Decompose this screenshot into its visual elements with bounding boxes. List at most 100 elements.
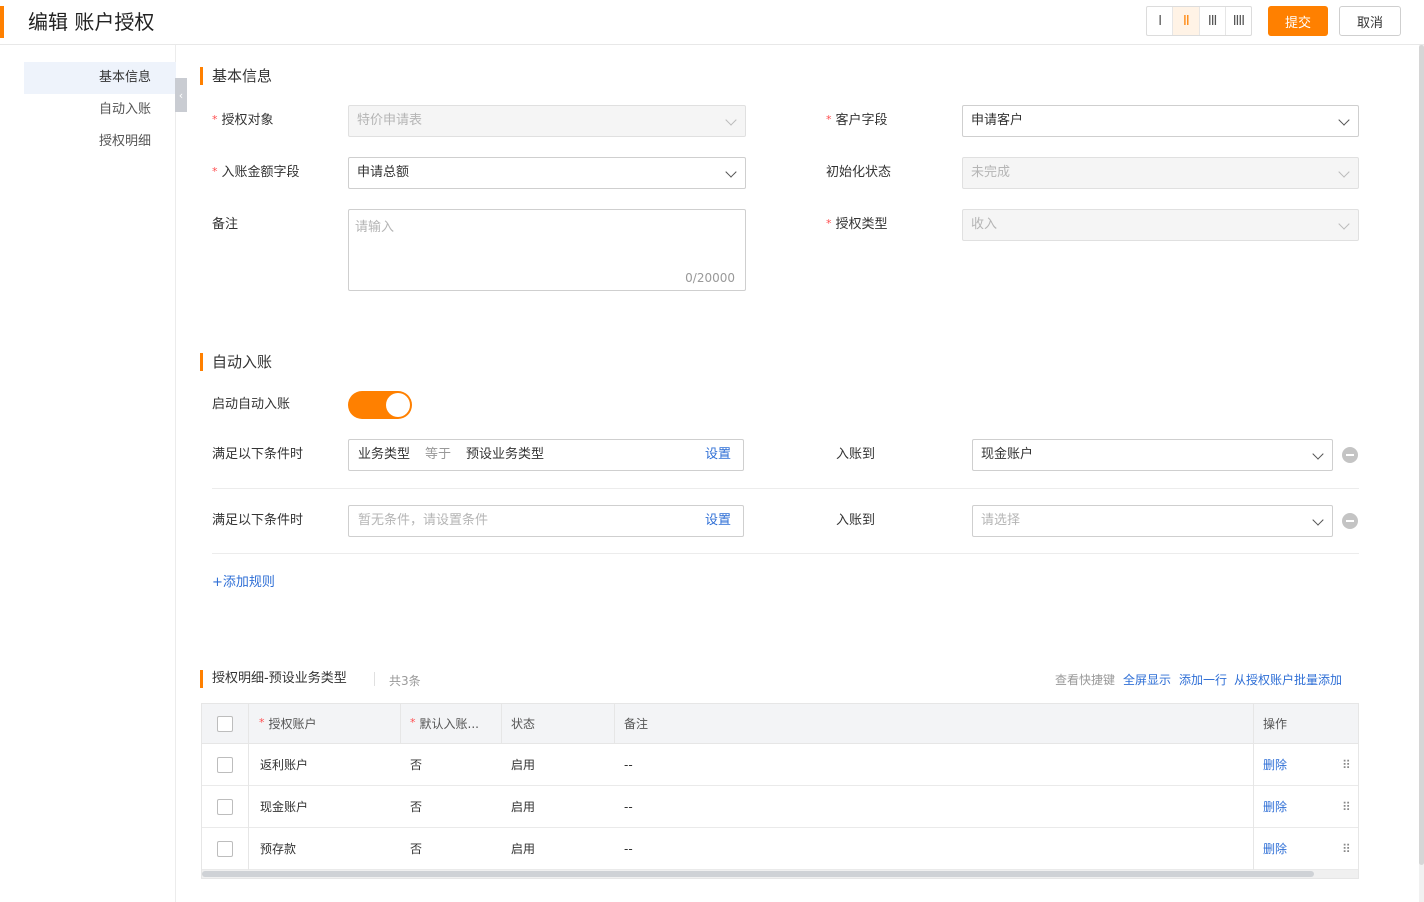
enable-auto-posting-label: 启动自动入账 <box>212 397 291 412</box>
chevron-down-icon <box>725 114 737 126</box>
drag-handle-icon[interactable]: ⠿ <box>1342 828 1351 869</box>
cell-default: 否 <box>410 842 423 856</box>
table-horizontal-scrollbar[interactable] <box>202 870 1358 878</box>
required-mark: * <box>826 113 832 126</box>
remove-rule-1-icon[interactable] <box>1342 447 1358 463</box>
column-header-default: * 默认入账... <box>410 716 479 731</box>
rule-divider <box>212 553 1359 554</box>
page-scrollbar[interactable] <box>1419 45 1424 902</box>
rule-1-condition-box[interactable]: 业务类型 等于 预设业务类型 设置 <box>348 439 744 471</box>
table-scrollbar-thumb[interactable] <box>202 871 1314 877</box>
batch-add-link[interactable]: 从授权账户批量添加 <box>1234 671 1342 688</box>
select-all-checkbox[interactable] <box>217 715 233 732</box>
cell-status: 启用 <box>511 800 536 814</box>
select-all-checkbox-cell <box>217 704 233 743</box>
rule-1-target-select[interactable]: 现金账户 <box>972 439 1333 471</box>
remark-char-count: 0/20000 <box>685 271 735 285</box>
column-divider <box>1253 704 1254 870</box>
cell-status: 启用 <box>511 758 536 772</box>
auth-type-label: * 授权类型 <box>826 217 888 232</box>
required-mark: * <box>212 113 218 126</box>
three-column-option[interactable]: III <box>1200 7 1226 35</box>
row-checkbox-cell <box>217 828 233 869</box>
cell-account: 返利账户 <box>260 758 309 772</box>
cell-remark: -- <box>624 799 633 814</box>
column-divider <box>501 704 502 744</box>
required-mark: * <box>259 716 265 729</box>
add-row-link[interactable]: 添加一行 <box>1179 671 1227 688</box>
two-column-option[interactable]: II <box>1173 7 1200 35</box>
remove-rule-2-icon[interactable] <box>1342 513 1358 529</box>
toggle-knob <box>386 393 410 417</box>
row-checkbox-cell <box>217 744 233 785</box>
section-nav: 基本信息 自动入账 授权明细 <box>0 45 176 902</box>
customer-field-select[interactable]: 申请客户 <box>962 105 1359 137</box>
chevron-down-icon <box>1312 514 1324 526</box>
table-header: * 授权账户 * 默认入账... 状态 备注 操作 <box>202 704 1358 744</box>
drag-handle-icon[interactable]: ⠿ <box>1342 744 1351 785</box>
rule-2-target-label: 入账到 <box>836 513 876 528</box>
auth-type-select[interactable]: 收入 <box>962 209 1359 241</box>
auth-object-label: * 授权对象 <box>212 113 274 128</box>
column-layout-switch: I II III IIII <box>1146 6 1252 36</box>
required-mark: * <box>410 716 416 729</box>
header-accent-bar <box>0 6 4 38</box>
table-row: 返利账户 否 启用 -- 删除 ⠿ <box>202 744 1358 786</box>
cell-default: 否 <box>410 800 423 814</box>
chevron-down-icon <box>1312 448 1324 460</box>
chevron-down-icon <box>1338 114 1350 126</box>
basic-info-section-title: 基本信息 <box>200 67 272 85</box>
init-status-label: 初始化状态 <box>826 165 892 180</box>
cancel-button[interactable]: 取消 <box>1339 6 1401 36</box>
amount-field-select[interactable]: 申请总额 <box>348 157 746 189</box>
row-checkbox[interactable] <box>217 798 233 815</box>
drag-handle-icon[interactable]: ⠿ <box>1342 786 1351 827</box>
rule-divider <box>212 488 1359 489</box>
delete-row-link[interactable]: 删除 <box>1263 744 1287 785</box>
auto-posting-section-title: 自动入账 <box>200 353 272 371</box>
rule-2-set-condition-link[interactable]: 设置 <box>705 506 731 536</box>
row-checkbox[interactable] <box>217 756 233 773</box>
rule-2-condition-placeholder: 暂无条件，请设置条件 <box>358 513 489 528</box>
cell-remark: -- <box>624 757 633 772</box>
column-header-remark: 备注 <box>624 717 649 731</box>
table-row: 现金账户 否 启用 -- 删除 ⠿ <box>202 786 1358 828</box>
rule-2-condition-box[interactable]: 暂无条件，请设置条件 设置 <box>348 505 744 537</box>
nav-item-auto-posting[interactable]: 自动入账 <box>24 94 176 126</box>
shortcut-keys-link[interactable]: 查看快捷键 <box>1055 671 1115 688</box>
customer-field-label: * 客户字段 <box>826 113 888 128</box>
remark-textarea[interactable]: 请输入 0/20000 <box>348 209 746 291</box>
row-checkbox[interactable] <box>217 840 233 857</box>
nav-item-auth-detail[interactable]: 授权明细 <box>24 126 176 158</box>
chevron-down-icon <box>725 166 737 178</box>
rule-1-set-condition-link[interactable]: 设置 <box>705 440 731 470</box>
collapse-nav-button[interactable]: ‹ <box>175 78 187 112</box>
rule-1-target-label: 入账到 <box>836 447 876 462</box>
four-column-option[interactable]: IIII <box>1226 7 1251 35</box>
page-scrollbar-thumb[interactable] <box>1419 45 1424 865</box>
add-rule-link[interactable]: +添加规则 <box>212 571 275 590</box>
column-divider <box>400 704 401 744</box>
rule-2-target-select[interactable]: 请选择 <box>972 505 1333 537</box>
init-status-select[interactable]: 未完成 <box>962 157 1359 189</box>
column-header-status: 状态 <box>511 717 536 731</box>
auto-posting-toggle[interactable] <box>348 391 412 419</box>
chevron-down-icon <box>1338 166 1350 178</box>
column-divider <box>614 704 615 744</box>
chevron-down-icon <box>1338 218 1350 230</box>
delete-row-link[interactable]: 删除 <box>1263 786 1287 827</box>
nav-item-basic-info[interactable]: 基本信息 <box>24 62 176 94</box>
table-row: 预存款 否 启用 -- 删除 ⠿ <box>202 828 1358 870</box>
column-header-action: 操作 <box>1263 717 1288 731</box>
auth-object-select[interactable]: 特价申请表 <box>348 105 746 137</box>
submit-button[interactable]: 提交 <box>1268 6 1328 36</box>
delete-row-link[interactable]: 删除 <box>1263 828 1287 869</box>
required-mark: * <box>212 165 218 178</box>
page-header: 编辑 账户授权 I II III IIII 提交 取消 <box>0 0 1424 45</box>
fullscreen-link[interactable]: 全屏显示 <box>1123 671 1171 688</box>
required-mark: * <box>826 217 832 230</box>
cell-default: 否 <box>410 758 423 772</box>
page-title: 编辑 账户授权 <box>28 10 155 34</box>
record-count: 共3条 <box>389 674 421 688</box>
one-column-option[interactable]: I <box>1147 7 1174 35</box>
